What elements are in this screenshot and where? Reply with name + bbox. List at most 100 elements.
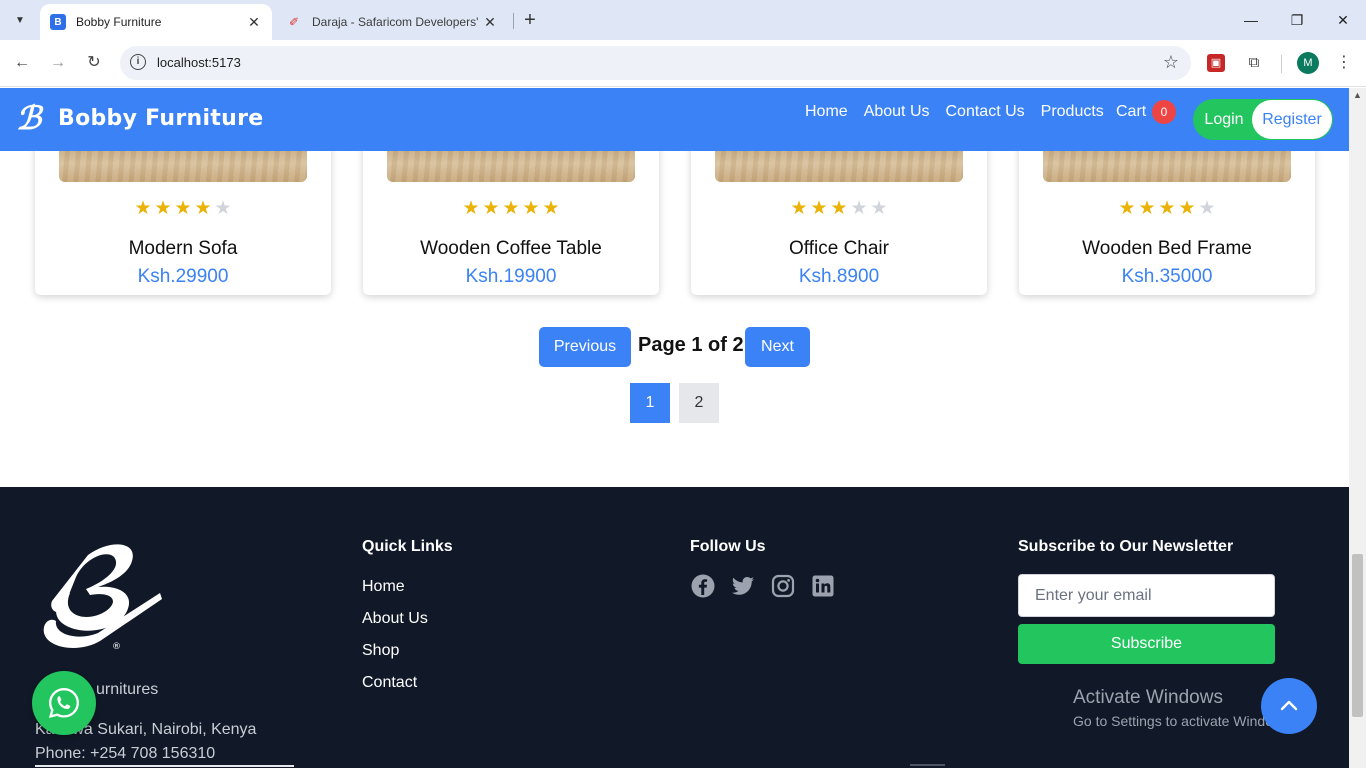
product-name: Office Chair (789, 238, 889, 259)
star-empty-icon: ★ (1198, 198, 1216, 219)
star-filled-icon: ★ (830, 198, 848, 219)
product-image (59, 151, 307, 182)
chevron-up-icon (1280, 700, 1298, 711)
forward-icon[interactable]: → (47, 52, 69, 74)
subscribe-button[interactable]: Subscribe (1018, 624, 1275, 664)
star-empty-icon: ★ (870, 198, 888, 219)
star-filled-icon: ★ (1178, 198, 1196, 219)
tab-search-chevron-icon[interactable]: ▼ (8, 8, 32, 32)
star-filled-icon: ★ (154, 198, 172, 219)
cart-label: Cart (1116, 103, 1147, 120)
product-price: Ksh.19900 (465, 266, 557, 287)
new-tab-icon[interactable]: + (520, 9, 540, 31)
minimize-icon[interactable]: — (1239, 8, 1263, 32)
star-filled-icon: ★ (542, 198, 560, 219)
extensions-puzzle-icon[interactable]: ⧉ (1243, 52, 1265, 74)
scrollbar-thumb[interactable] (1352, 554, 1363, 717)
instagram-icon[interactable] (771, 574, 795, 598)
whatsapp-icon (48, 688, 79, 719)
rating-stars: ★ ★ ★ ★ ★ (1019, 197, 1315, 220)
nav-link-contact[interactable]: Contact Us (946, 102, 1025, 122)
tab-divider (513, 13, 514, 29)
whatsapp-button[interactable] (32, 671, 96, 735)
page-viewport: ★ ★ ★ ★ ★ Modern Sofa Ksh.29900 ★ ★ ★ ★ ★ Wooden… (0, 88, 1349, 768)
star-filled-icon: ★ (174, 198, 192, 219)
nav-links: Home About Us Contact Us Products (805, 102, 1104, 122)
linkedin-icon[interactable] (811, 574, 835, 598)
restore-icon[interactable]: ❐ (1285, 8, 1309, 32)
url-text[interactable]: localhost:5173 (157, 55, 241, 70)
brand-name: Bobby Furniture (58, 105, 264, 131)
nav-link-home[interactable]: Home (805, 102, 848, 122)
close-icon[interactable]: ✕ (482, 14, 498, 31)
star-filled-icon: ★ (134, 198, 152, 219)
product-price: Ksh.29900 (137, 266, 229, 287)
rating-stars: ★ ★ ★ ★ ★ (691, 197, 987, 220)
star-filled-icon: ★ (522, 198, 540, 219)
close-icon[interactable]: ✕ (246, 14, 262, 31)
newsletter-email-input[interactable]: Enter your email (1018, 574, 1275, 617)
window-close-icon[interactable]: ✕ (1331, 8, 1355, 32)
site-info-icon[interactable]: i (130, 54, 146, 70)
star-filled-icon: ★ (1138, 198, 1156, 219)
footer-bottom-mark (910, 764, 945, 766)
footer-logo: ® (43, 544, 162, 652)
page-number-1[interactable]: 1 (630, 383, 670, 423)
browser-toolbar: ← → ↻ i localhost:5173 ☆ ▣ ⧉ M ⋮ (0, 40, 1366, 87)
page-scrollbar[interactable]: ▲ (1349, 88, 1366, 768)
footer-link-about[interactable]: About Us (362, 610, 428, 628)
product-price: Ksh.35000 (1121, 266, 1213, 287)
page-info: Page 1 of 2 (638, 334, 744, 356)
next-button[interactable]: Next (745, 327, 810, 367)
star-filled-icon: ★ (482, 198, 500, 219)
star-filled-icon: ★ (462, 198, 480, 219)
cart-link[interactable]: Cart 0 (1116, 100, 1176, 124)
site-navbar: ℬ Bobby Furniture Home About Us Contact … (0, 88, 1349, 151)
register-button[interactable]: Register (1252, 100, 1332, 139)
scroll-to-top-button[interactable] (1261, 678, 1317, 734)
tab-daraja[interactable]: ✐ Daraja - Safaricom Developers' ✕ (276, 4, 508, 40)
tab-bobby-furniture[interactable]: B Bobby Furniture ✕ (40, 4, 272, 40)
newsletter-heading: Subscribe to Our Newsletter (1018, 538, 1234, 555)
bookmark-star-icon[interactable]: ☆ (1163, 52, 1179, 73)
browser-tab-bar: ▼ B Bobby Furniture ✕ ✐ Daraja - Safaric… (0, 0, 1366, 40)
auth-group: Login Register (1193, 99, 1333, 140)
browser-menu-icon[interactable]: ⋮ (1334, 52, 1354, 74)
footer-divider (35, 765, 294, 767)
cart-count-badge: 0 (1152, 100, 1176, 124)
address-bar[interactable]: i localhost:5173 ☆ (120, 46, 1191, 80)
back-icon[interactable]: ← (11, 52, 33, 74)
footer-link-home[interactable]: Home (362, 578, 405, 596)
star-empty-icon: ★ (850, 198, 868, 219)
previous-button[interactable]: Previous (539, 327, 631, 367)
follow-us-heading: Follow Us (690, 538, 766, 555)
tab-title: Bobby Furniture (76, 15, 162, 29)
svg-text:®: ® (112, 642, 121, 652)
brand-mark-icon: ℬ (16, 99, 42, 137)
star-filled-icon: ★ (1118, 198, 1136, 219)
product-name: Modern Sofa (128, 238, 238, 259)
nav-link-about[interactable]: About Us (864, 102, 930, 122)
daraja-favicon-icon: ✐ (288, 15, 300, 29)
footer-brand-text: urnitures (96, 681, 159, 698)
brand-logo[interactable]: ℬ Bobby Furniture (16, 98, 263, 138)
watermark-subtitle: Go to Settings to activate Windows. (1073, 713, 1294, 729)
nav-link-products[interactable]: Products (1041, 102, 1104, 122)
twitter-icon[interactable] (731, 574, 755, 598)
facebook-icon[interactable] (691, 574, 715, 598)
toolbar-divider (1281, 55, 1282, 73)
product-price: Ksh.8900 (798, 266, 880, 287)
star-filled-icon: ★ (810, 198, 828, 219)
footer-link-contact[interactable]: Contact (362, 674, 417, 692)
extension-icon[interactable]: ▣ (1207, 54, 1225, 72)
page-number-2[interactable]: 2 (679, 383, 719, 423)
footer-link-shop[interactable]: Shop (362, 642, 399, 660)
product-image (387, 151, 635, 182)
product-image (1043, 151, 1291, 182)
footer-phone: Phone: +254 708 156310 (35, 745, 216, 762)
reload-icon[interactable]: ↻ (83, 52, 105, 74)
login-button[interactable]: Login (1193, 99, 1255, 140)
scroll-up-arrow-icon[interactable]: ▲ (1353, 90, 1362, 100)
profile-avatar[interactable]: M (1297, 52, 1319, 74)
tab-title: Daraja - Safaricom Developers' (312, 15, 479, 29)
